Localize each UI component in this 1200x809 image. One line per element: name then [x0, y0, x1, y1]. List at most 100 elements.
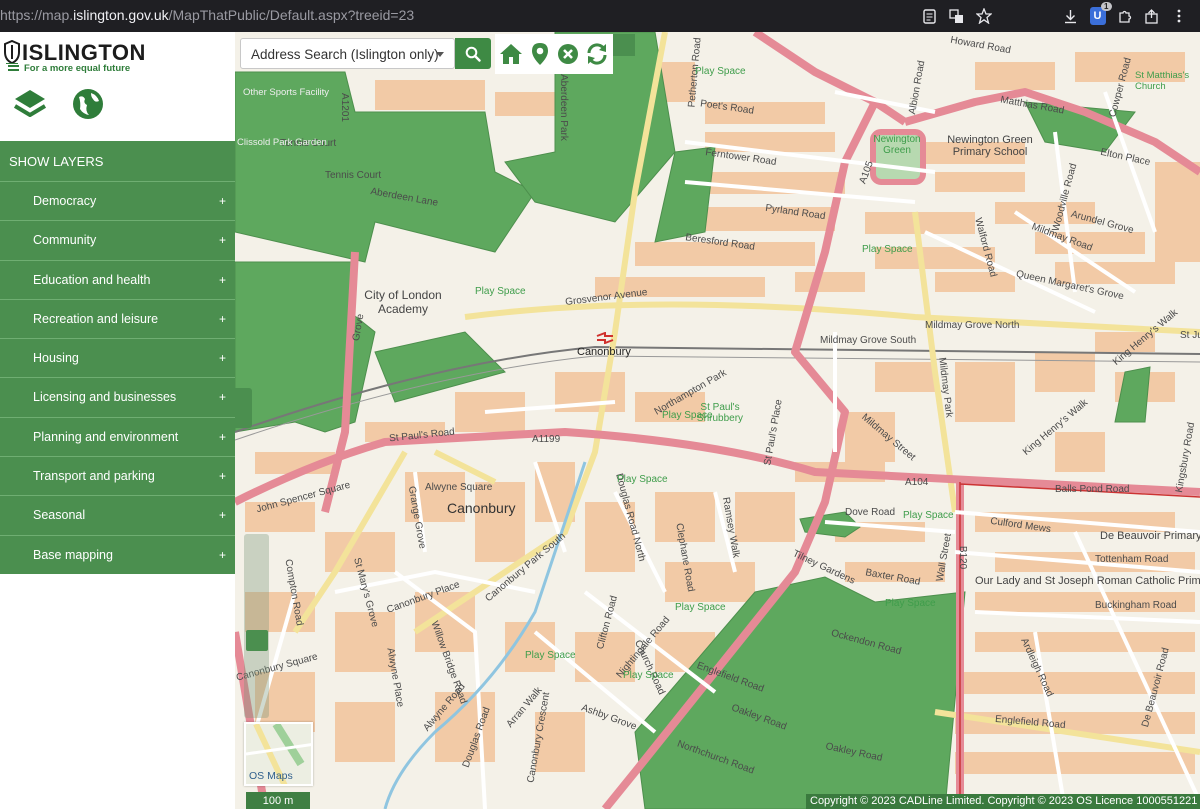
address-search-value: Address Search (Islington only): [251, 47, 439, 62]
layer-item-label: Licensing and businesses: [33, 390, 177, 405]
road-label: Buckingham Road: [1095, 600, 1177, 611]
place-label: De Beauvoir Primary School: [1100, 530, 1200, 542]
layer-item-planning-environment[interactable]: Planning and environment +: [0, 416, 235, 457]
layer-item-base-mapping[interactable]: Base mapping +: [0, 534, 235, 574]
home-icon[interactable]: [498, 41, 524, 67]
show-layers-header[interactable]: SHOW LAYERS: [0, 141, 235, 181]
layer-item-democracy[interactable]: Democracy +: [0, 181, 235, 221]
place-label: St Matthias's Church: [1135, 70, 1190, 92]
expand-icon[interactable]: +: [219, 508, 226, 522]
extension-badge-count: 1: [1101, 2, 1112, 11]
layer-item-label: Seasonal: [33, 508, 86, 523]
layer-item-seasonal[interactable]: Seasonal +: [0, 495, 235, 535]
place-label: Newington Green: [873, 134, 921, 156]
layer-item-education-health[interactable]: Education and health +: [0, 259, 235, 299]
location-pin-icon[interactable]: [527, 41, 553, 67]
basemap-switcher[interactable]: OS Maps: [244, 722, 313, 786]
extensions-puzzle-icon[interactable]: [1111, 4, 1138, 28]
play-space-label: Play Space: [525, 650, 576, 661]
sidebar-collapse-tab[interactable]: [235, 388, 252, 428]
play-space-label: Play Space: [885, 598, 936, 609]
osmaps-label: OS Maps: [249, 770, 293, 782]
toolbar-tab[interactable]: [613, 34, 635, 56]
share-icon[interactable]: [1138, 4, 1165, 28]
expand-icon[interactable]: +: [219, 351, 226, 365]
layer-item-label: Community: [33, 233, 97, 248]
map-label: Clissold Park Garden: [237, 137, 327, 148]
place-label: Our Lady and St Joseph Roman Catholic Pr…: [975, 575, 1200, 587]
place-label: Newington Green Primary School: [947, 134, 1033, 158]
clear-icon[interactable]: [555, 41, 581, 67]
zoom-slider[interactable]: [244, 534, 269, 718]
copyright-notice: Copyright © 2023 CADLine Limited. Copyri…: [806, 794, 1200, 809]
layer-item-community[interactable]: Community +: [0, 220, 235, 260]
expand-icon[interactable]: +: [219, 233, 226, 247]
globe-icon[interactable]: [70, 86, 106, 122]
address-search-select[interactable]: Address Search (Islington only): [240, 38, 455, 69]
road-label: Mildmay Grove South: [820, 335, 917, 346]
play-space-label: Play Space: [623, 670, 674, 681]
road-label: B120: [957, 545, 969, 570]
zoom-slider-handle[interactable]: [246, 630, 268, 651]
layer-item-label: Planning and environment: [33, 429, 179, 444]
address-bar[interactable]: https://map.islington.gov.uk/MapThatPubl…: [0, 7, 414, 23]
road-label: Balls Pond Road: [1055, 484, 1130, 495]
reader-view-icon[interactable]: [916, 4, 943, 28]
map-label: Tennis Court: [325, 170, 382, 181]
expand-icon[interactable]: +: [219, 273, 226, 287]
download-icon[interactable]: [1057, 4, 1084, 28]
layer-item-label: Education and health: [33, 272, 151, 287]
logo-tagline: For a more equal future: [24, 63, 131, 74]
layer-item-recreation-leisure[interactable]: Recreation and leisure +: [0, 298, 235, 339]
map-label: Other Sports Facility: [243, 87, 330, 98]
search-icon: [465, 46, 481, 62]
layer-item-label: Base mapping: [33, 547, 113, 562]
play-space-label: Play Space: [903, 510, 954, 521]
road-label: Mildmay Grove North: [925, 320, 1020, 331]
browser-toolbar: https://map.islington.gov.uk/MapThatPubl…: [0, 0, 1200, 32]
chevron-down-icon: [436, 52, 444, 57]
url-path: /MapThatPublic/Default.aspx?treeid=23: [168, 7, 415, 23]
play-space-label: Play Space: [617, 474, 668, 485]
expand-icon[interactable]: +: [219, 548, 226, 562]
islington-logo[interactable]: ISLINGTON For a more equal future: [2, 38, 145, 74]
bookmark-star-icon[interactable]: [970, 4, 997, 28]
place-label: City of London Academy: [364, 288, 442, 316]
road-label: A1201: [338, 93, 350, 122]
refresh-icon[interactable]: [584, 41, 610, 67]
layers-icon[interactable]: [12, 86, 48, 122]
expand-icon[interactable]: +: [219, 390, 226, 404]
area-label: Canonbury: [447, 500, 516, 516]
road-label: Aberdeen Park: [557, 74, 569, 141]
road-label: A104: [905, 477, 929, 488]
crest-icon: [4, 40, 20, 64]
extension-badge-icon[interactable]: U1: [1084, 2, 1112, 28]
station-label: Canonbury: [577, 346, 631, 358]
rail-station-icon: [596, 332, 614, 344]
scale-bar: 100 m: [246, 792, 310, 809]
url-domain: islington.gov.uk: [73, 7, 169, 23]
search-button[interactable]: [455, 38, 491, 69]
layer-item-label: Democracy: [33, 194, 97, 208]
map-label: St Jud: [1180, 330, 1200, 341]
expand-icon[interactable]: +: [219, 430, 226, 444]
layer-item-transport-parking[interactable]: Transport and parking +: [0, 456, 235, 496]
road-label: A1199: [532, 434, 561, 445]
expand-icon[interactable]: +: [219, 469, 226, 483]
layer-item-label: Housing: [33, 351, 79, 366]
layer-item-licensing-businesses[interactable]: Licensing and businesses +: [0, 377, 235, 417]
expand-icon[interactable]: +: [219, 194, 226, 208]
road-label: Tottenham Road: [1095, 554, 1169, 565]
layer-item-label: Recreation and leisure: [33, 311, 159, 326]
layer-item-housing[interactable]: Housing +: [0, 338, 235, 378]
road-label: Alwyne Square: [425, 482, 493, 493]
menu-icon[interactable]: [1165, 4, 1192, 28]
play-space-label: Play Space: [675, 602, 726, 613]
map-canvas[interactable]: Grosvenor Avenue St Paul's Road A1199 A1…: [235, 32, 1200, 809]
layer-item-label: Transport and parking: [33, 469, 155, 484]
map-tools: [495, 34, 613, 74]
play-space-label: Play Space: [475, 286, 526, 297]
play-space-label: Play Space: [662, 410, 713, 421]
translate-icon[interactable]: [943, 4, 970, 28]
expand-icon[interactable]: +: [219, 312, 226, 326]
